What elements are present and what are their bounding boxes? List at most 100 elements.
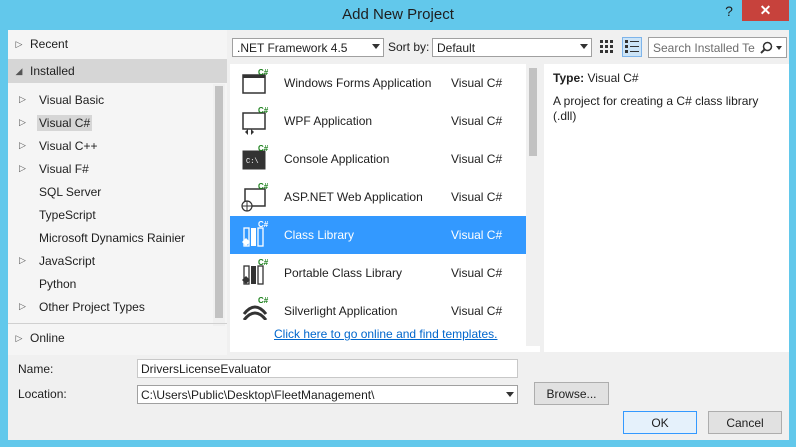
template-list: C# Windows Forms Application Visual C# C# WP… [230, 64, 526, 320]
template-name: Silverlight Application [284, 304, 398, 318]
expand-arrow-icon[interactable]: ▷ [8, 117, 37, 128]
svg-text:C#: C# [258, 144, 269, 153]
svg-text:C#: C# [258, 68, 269, 77]
framework-select[interactable]: .NET Framework 4.5 [232, 38, 384, 57]
svg-text:C#: C# [258, 220, 269, 229]
scrollbar-thumb[interactable] [215, 86, 223, 318]
expand-arrow-icon[interactable]: ▷ [8, 94, 37, 105]
chevron-down-icon [580, 44, 588, 49]
category-tree: ▷ Visual Basic ▷ Visual C# ▷ Visual C++ ▷ Visua… [8, 88, 213, 324]
expand-arrow-icon[interactable]: ▷ [8, 301, 37, 312]
tree-item-label: Visual C# [37, 114, 93, 131]
svg-text:C#: C# [258, 106, 269, 115]
type-label: Type: [553, 71, 585, 85]
online-section[interactable]: ▷ Online [8, 327, 227, 349]
silverlight-icon: C# [240, 296, 270, 320]
chevron-down-icon [372, 44, 380, 49]
title-bar: Add New Project ? ✕ [0, 0, 796, 30]
tree-item-label: TypeScript [39, 207, 96, 222]
template-item[interactable]: C# WPF Application Visual C# [230, 102, 526, 140]
template-item[interactable]: C# Windows Forms Application Visual C# [230, 64, 526, 102]
template-item[interactable]: C# Silverlight Application Visual C# [230, 292, 526, 320]
chevron-down-icon[interactable] [506, 392, 514, 397]
template-description: A project for creating a C# class librar… [553, 94, 759, 123]
template-name: Windows Forms Application [284, 76, 432, 90]
window-title: Add New Project [342, 6, 454, 23]
svg-text:C#: C# [258, 182, 269, 191]
tree-item[interactable]: ▷ Visual C# [8, 111, 213, 134]
template-language: Visual C# [451, 152, 503, 166]
web-app-icon: C# [240, 182, 270, 212]
tree-item[interactable]: ▷ JavaScript [8, 249, 213, 272]
windows-forms-icon: C# [240, 68, 270, 98]
template-item[interactable]: C# ASP.NET Web Application Visual C# [230, 178, 526, 216]
expand-arrow-icon[interactable]: ▷ [8, 255, 37, 266]
expand-arrow-icon: ▷ [15, 38, 23, 49]
tree-item[interactable]: ▷ Other Project Types [8, 295, 213, 318]
template-item[interactable]: C# Portable Class Library Visual C# [230, 254, 526, 292]
class-library-icon: C# [240, 220, 270, 250]
location-input[interactable]: C:\Users\Public\Desktop\FleetManagement\ [137, 385, 518, 404]
search-options-chevron-icon[interactable] [776, 46, 782, 50]
tree-item-label: Visual Basic [39, 92, 105, 107]
tree-item[interactable]: ▷ Visual F# [8, 157, 213, 180]
category-panel: ▷ Recent ◢ Installed ▷ Visual Basic ▷ Visua… [8, 30, 227, 355]
svg-text:C:\: C:\ [246, 158, 259, 166]
installed-label: Installed [30, 64, 75, 78]
tree-item[interactable]: Microsoft Dynamics Rainier [8, 226, 213, 249]
tree-item-label: SQL Server [39, 184, 102, 199]
close-button[interactable]: ✕ [742, 0, 789, 21]
sort-label: Sort by: [388, 40, 430, 54]
search-placeholder: Search Installed Te [653, 41, 755, 55]
template-language: Visual C# [451, 190, 503, 204]
template-item[interactable]: C:\ C# Console Application Visual C# [230, 140, 526, 178]
template-language: Visual C# [451, 304, 503, 318]
template-list-panel: C# Windows Forms Application Visual C# C# WP… [230, 64, 540, 352]
recent-label: Recent [30, 37, 69, 51]
expand-arrow-icon[interactable]: ▷ [8, 163, 37, 174]
online-label: Online [30, 331, 65, 345]
template-language: Visual C# [451, 228, 503, 242]
search-input[interactable]: Search Installed Te [648, 37, 787, 58]
project-name-input[interactable]: DriversLicenseEvaluator [137, 359, 518, 378]
sort-value: Default [437, 40, 476, 55]
browse-button[interactable]: Browse... [534, 382, 609, 405]
search-icon[interactable] [760, 41, 773, 54]
cancel-button[interactable]: Cancel [708, 411, 782, 434]
list-view-icon [625, 40, 639, 53]
recent-section[interactable]: ▷ Recent [8, 32, 227, 56]
template-detail-panel: Type: Visual C# A project for creating a… [544, 64, 789, 352]
template-scrollbar[interactable] [526, 64, 540, 346]
small-icons-view-button[interactable] [597, 37, 617, 57]
online-templates-link[interactable]: Click here to go online and find templat… [274, 327, 497, 341]
tree-item[interactable]: ▷ Visual C++ [8, 134, 213, 157]
tree-scrollbar[interactable] [213, 84, 225, 326]
tree-item-label: Microsoft Dynamics Rainier [39, 230, 186, 245]
collapse-arrow-icon: ◢ [15, 65, 23, 76]
expand-arrow-icon[interactable]: ▷ [8, 140, 37, 151]
dialog-body: ▷ Recent ◢ Installed ▷ Visual Basic ▷ Visua… [8, 30, 789, 440]
expand-arrow-icon: ▷ [15, 332, 23, 343]
tree-item[interactable]: ▷ Visual Basic [8, 88, 213, 111]
wpf-icon: C# [240, 106, 270, 136]
tree-item[interactable]: Python [8, 272, 213, 295]
medium-icons-view-button[interactable] [622, 37, 642, 57]
scrollbar-thumb[interactable] [529, 68, 537, 156]
help-button[interactable]: ? [716, 0, 742, 21]
location-label: Location: [18, 387, 67, 401]
tree-item[interactable]: SQL Server [8, 180, 213, 203]
framework-value: .NET Framework 4.5 [237, 40, 348, 55]
template-language: Visual C# [451, 266, 503, 280]
svg-text:C#: C# [258, 296, 269, 305]
svg-text:C#: C# [258, 258, 269, 267]
sort-select[interactable]: Default [432, 38, 592, 57]
installed-section[interactable]: ◢ Installed [8, 59, 227, 83]
tree-item[interactable]: TypeScript [8, 203, 213, 226]
ok-button[interactable]: OK [623, 411, 697, 434]
tree-item-label: Other Project Types [39, 299, 145, 314]
template-item[interactable]: C# Class Library Visual C# [230, 216, 526, 254]
portable-library-icon: C# [240, 258, 270, 288]
tree-item-label: JavaScript [39, 253, 96, 268]
console-icon: C:\ C# [240, 144, 270, 174]
location-value: C:\Users\Public\Desktop\FleetManagement\ [141, 388, 375, 402]
